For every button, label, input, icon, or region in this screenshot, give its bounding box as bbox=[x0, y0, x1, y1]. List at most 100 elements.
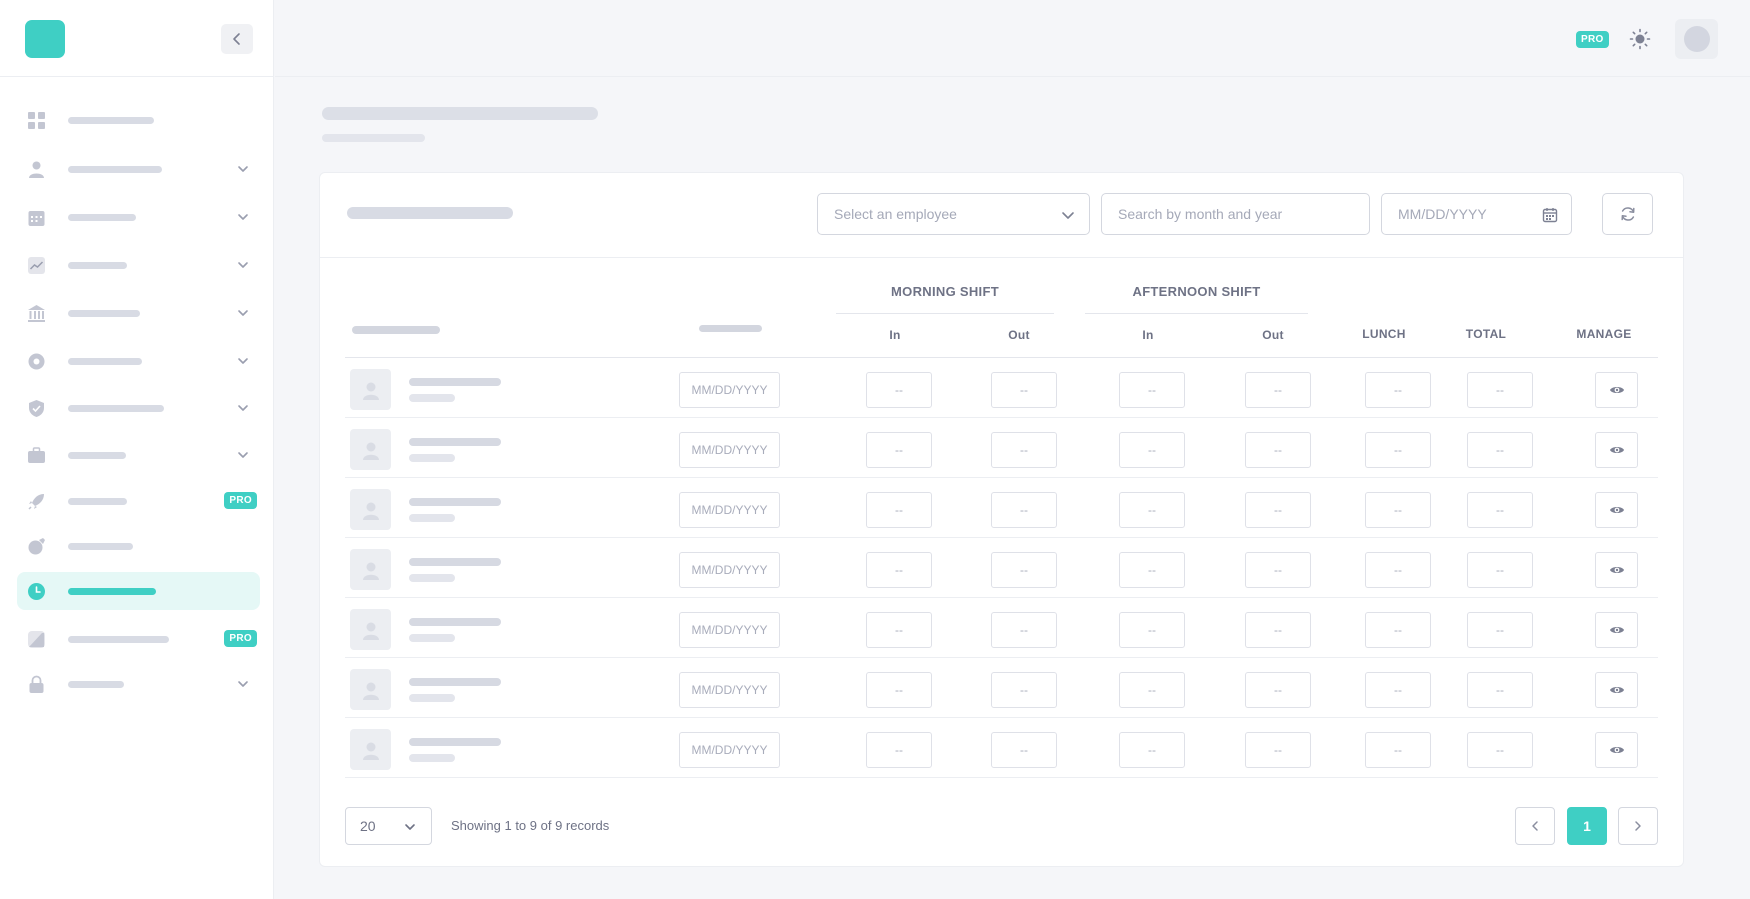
morning-out-cell[interactable]: -- bbox=[991, 672, 1057, 708]
app-logo[interactable] bbox=[25, 20, 65, 58]
sidebar-item-chart-line[interactable] bbox=[17, 246, 260, 284]
view-button[interactable] bbox=[1595, 672, 1638, 708]
morning-out-cell[interactable]: -- bbox=[991, 432, 1057, 468]
next-page-button[interactable] bbox=[1618, 807, 1658, 845]
afternoon-in-cell[interactable]: -- bbox=[1119, 612, 1185, 648]
calendar-icon[interactable] bbox=[1541, 206, 1559, 224]
afternoon-in-header: In bbox=[1142, 328, 1154, 342]
afternoon-out-cell[interactable]: -- bbox=[1245, 432, 1311, 468]
morning-in-cell[interactable]: -- bbox=[866, 612, 932, 648]
sidebar-item-clock[interactable] bbox=[17, 572, 260, 610]
total-cell[interactable]: -- bbox=[1467, 612, 1533, 648]
date-cell[interactable]: MM/DD/YYYY bbox=[679, 672, 780, 708]
morning-in-cell[interactable]: -- bbox=[866, 672, 932, 708]
view-button[interactable] bbox=[1595, 432, 1638, 468]
afternoon-in-cell[interactable]: -- bbox=[1119, 672, 1185, 708]
afternoon-out-cell[interactable]: -- bbox=[1245, 372, 1311, 408]
sidebar-item-dashboard[interactable] bbox=[17, 101, 260, 139]
lunch-cell[interactable]: -- bbox=[1365, 552, 1431, 588]
date-cell[interactable]: MM/DD/YYYY bbox=[679, 372, 780, 408]
afternoon-in-cell[interactable]: -- bbox=[1119, 432, 1185, 468]
sidebar-item-user[interactable] bbox=[17, 150, 260, 188]
sidebar-item-chart-area[interactable]: PRO bbox=[17, 620, 260, 658]
user-avatar-button[interactable] bbox=[1675, 19, 1718, 59]
date-cell[interactable]: MM/DD/YYYY bbox=[679, 612, 780, 648]
lunch-cell[interactable]: -- bbox=[1365, 372, 1431, 408]
employee-avatar bbox=[350, 429, 391, 470]
view-button[interactable] bbox=[1595, 552, 1638, 588]
afternoon-in-cell[interactable]: -- bbox=[1119, 372, 1185, 408]
total-cell[interactable]: -- bbox=[1467, 372, 1533, 408]
morning-out-cell[interactable]: -- bbox=[991, 612, 1057, 648]
lunch-cell[interactable]: -- bbox=[1365, 672, 1431, 708]
chevron-down-icon bbox=[238, 166, 248, 172]
avatar bbox=[1683, 26, 1710, 52]
morning-in-cell[interactable]: -- bbox=[866, 432, 932, 468]
afternoon-out-cell[interactable]: -- bbox=[1245, 612, 1311, 648]
morning-in-cell[interactable]: -- bbox=[866, 552, 932, 588]
total-cell[interactable]: -- bbox=[1467, 672, 1533, 708]
date-cell[interactable]: MM/DD/YYYY bbox=[679, 732, 780, 768]
afternoon-in-cell[interactable]: -- bbox=[1119, 732, 1185, 768]
morning-in-cell[interactable]: -- bbox=[866, 732, 932, 768]
pro-badge: PRO bbox=[224, 492, 257, 509]
employee-name bbox=[409, 558, 501, 566]
sun-icon[interactable] bbox=[1629, 28, 1651, 50]
sidebar-item-shield-check[interactable] bbox=[17, 389, 260, 427]
employee-select[interactable]: Select an employee bbox=[817, 193, 1090, 235]
afternoon-out-cell[interactable]: -- bbox=[1245, 672, 1311, 708]
sidebar-item-lock[interactable] bbox=[17, 665, 260, 703]
employee-role bbox=[409, 394, 455, 402]
total-cell[interactable]: -- bbox=[1467, 732, 1533, 768]
total-cell[interactable]: -- bbox=[1467, 432, 1533, 468]
view-button[interactable] bbox=[1595, 612, 1638, 648]
morning-in-cell[interactable]: -- bbox=[866, 492, 932, 528]
view-button[interactable] bbox=[1595, 492, 1638, 528]
afternoon-in-cell[interactable]: -- bbox=[1119, 552, 1185, 588]
view-button[interactable] bbox=[1595, 732, 1638, 768]
month-year-search-placeholder: Search by month and year bbox=[1118, 206, 1283, 222]
card-title bbox=[347, 207, 513, 219]
page-1-button[interactable]: 1 bbox=[1567, 807, 1607, 845]
chevron-down-icon bbox=[238, 214, 248, 220]
pro-badge: PRO bbox=[224, 630, 257, 647]
total-cell[interactable]: -- bbox=[1467, 552, 1533, 588]
chart-area-icon bbox=[28, 631, 45, 648]
date-input[interactable]: MM/DD/YYYY bbox=[1381, 193, 1572, 235]
sidebar-item-rocket[interactable]: PRO bbox=[17, 482, 260, 520]
collapse-sidebar-button[interactable] bbox=[221, 24, 253, 54]
sidebar-item-label bbox=[68, 214, 136, 221]
afternoon-out-cell[interactable]: -- bbox=[1245, 732, 1311, 768]
view-button[interactable] bbox=[1595, 372, 1638, 408]
date-cell[interactable]: MM/DD/YYYY bbox=[679, 552, 780, 588]
afternoon-out-cell[interactable]: -- bbox=[1245, 492, 1311, 528]
afternoon-out-cell[interactable]: -- bbox=[1245, 552, 1311, 588]
previous-page-button[interactable] bbox=[1515, 807, 1555, 845]
sidebar-item-calendar[interactable] bbox=[17, 198, 260, 236]
morning-out-cell[interactable]: -- bbox=[991, 492, 1057, 528]
date-cell[interactable]: MM/DD/YYYY bbox=[679, 492, 780, 528]
morning-out-cell[interactable]: -- bbox=[991, 732, 1057, 768]
lunch-cell[interactable]: -- bbox=[1365, 612, 1431, 648]
refresh-button[interactable] bbox=[1602, 193, 1653, 235]
lunch-cell[interactable]: -- bbox=[1365, 432, 1431, 468]
sidebar-item-edit[interactable] bbox=[17, 527, 260, 565]
morning-out-cell[interactable]: -- bbox=[991, 372, 1057, 408]
employee-name bbox=[409, 618, 501, 626]
employee-avatar bbox=[350, 369, 391, 410]
morning-in-header: In bbox=[889, 328, 901, 342]
chart-line-icon bbox=[28, 257, 45, 274]
month-year-search-input[interactable]: Search by month and year bbox=[1101, 193, 1370, 235]
lunch-cell[interactable]: -- bbox=[1365, 492, 1431, 528]
sidebar-item-settings[interactable] bbox=[17, 342, 260, 380]
morning-out-cell[interactable]: -- bbox=[991, 552, 1057, 588]
pro-badge[interactable]: PRO bbox=[1576, 31, 1609, 48]
sidebar-item-briefcase[interactable] bbox=[17, 436, 260, 474]
morning-in-cell[interactable]: -- bbox=[866, 372, 932, 408]
total-cell[interactable]: -- bbox=[1467, 492, 1533, 528]
lunch-cell[interactable]: -- bbox=[1365, 732, 1431, 768]
date-cell[interactable]: MM/DD/YYYY bbox=[679, 432, 780, 468]
sidebar-item-bank[interactable] bbox=[17, 294, 260, 332]
per-page-select[interactable]: 20 bbox=[345, 807, 432, 845]
afternoon-in-cell[interactable]: -- bbox=[1119, 492, 1185, 528]
